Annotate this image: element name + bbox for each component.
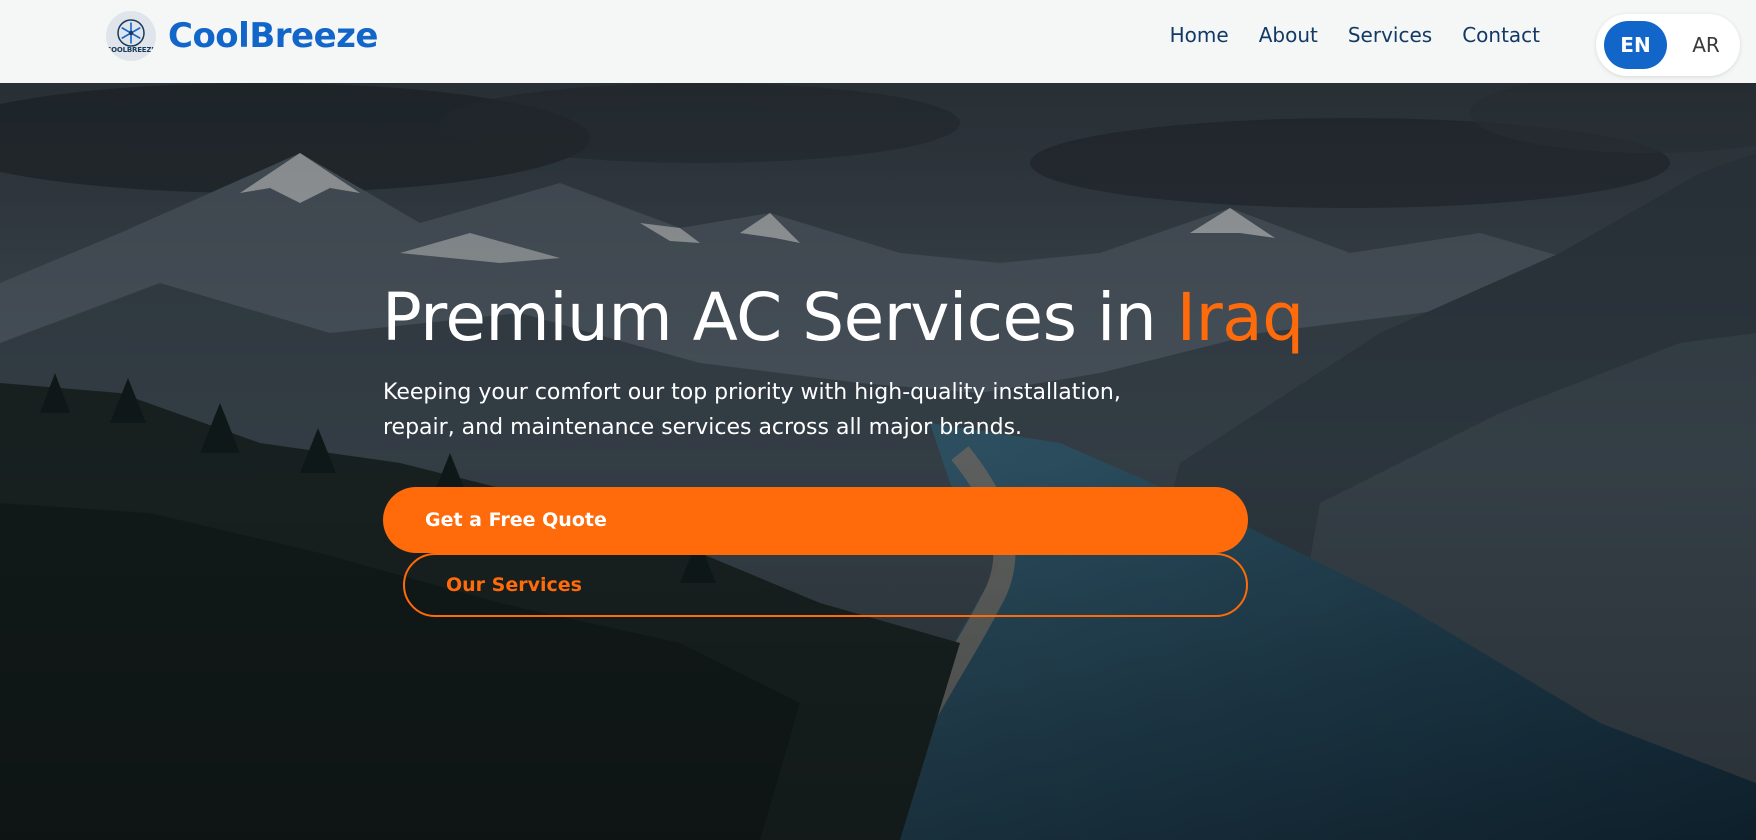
nav-contact[interactable]: Contact bbox=[1462, 23, 1540, 47]
language-toggle: EN AR bbox=[1596, 14, 1740, 76]
nav-services[interactable]: Services bbox=[1348, 23, 1432, 47]
hero-title: Premium AC Services in Iraq bbox=[382, 279, 1304, 356]
snowflake-icon bbox=[117, 19, 145, 47]
hero-subtitle: Keeping your comfort our top priority wi… bbox=[383, 380, 1121, 440]
hero-title-main: Premium AC Services in bbox=[382, 279, 1177, 356]
hero-background-image bbox=[0, 83, 1756, 840]
site-header: COOLBREEZE CoolBreeze Home About Service… bbox=[0, 0, 1756, 83]
nav-about[interactable]: About bbox=[1259, 23, 1318, 47]
logo-icon: COOLBREEZE bbox=[106, 11, 156, 61]
hero-title-accent: Iraq bbox=[1176, 279, 1304, 356]
our-services-button[interactable]: Our Services bbox=[403, 553, 1248, 617]
logo-badge-text: COOLBREEZE bbox=[106, 46, 156, 54]
hero-section: Premium AC Services in Iraq Keeping your… bbox=[0, 83, 1756, 840]
logo[interactable]: COOLBREEZE CoolBreeze bbox=[106, 11, 378, 61]
language-ar-button[interactable]: AR bbox=[1678, 21, 1734, 69]
nav-home[interactable]: Home bbox=[1170, 23, 1229, 47]
get-free-quote-button[interactable]: Get a Free Quote bbox=[383, 487, 1248, 553]
brand-name[interactable]: CoolBreeze bbox=[168, 16, 378, 56]
language-en-button[interactable]: EN bbox=[1604, 21, 1667, 69]
main-nav: Home About Services Contact bbox=[1170, 23, 1540, 47]
